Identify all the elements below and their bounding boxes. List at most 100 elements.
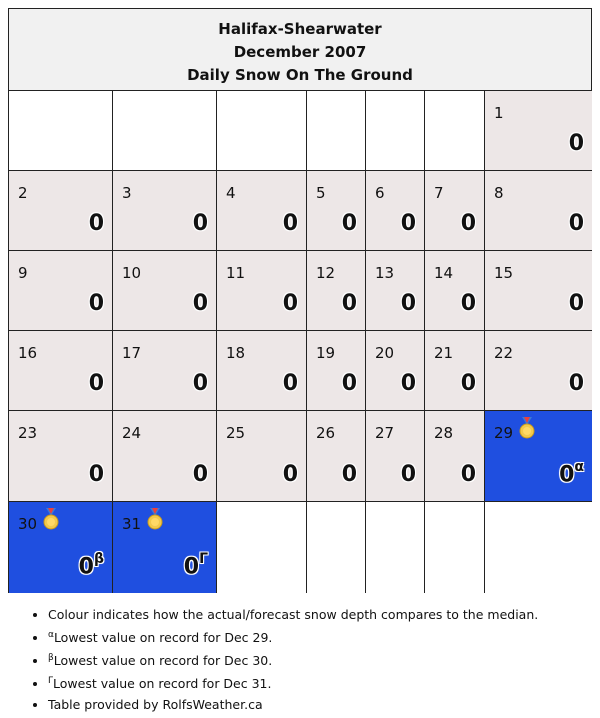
day-cell-1: 10 [485, 91, 592, 171]
day-cell-17: 17 0 [113, 331, 217, 411]
snow-depth-value: 0 [192, 462, 208, 487]
empty-day-cell [425, 91, 485, 171]
calendar-header: Halifax-Shearwater December 2007 Daily S… [9, 9, 591, 91]
empty-day-cell [307, 91, 366, 171]
day-cell-27: 27 0 [366, 411, 425, 502]
snow-depth-value: 0 [460, 211, 476, 236]
snow-depth-value: 0Γ [183, 550, 208, 579]
day-cell-22: 22 0 [485, 331, 592, 411]
empty-day-cell [425, 502, 485, 593]
snow-depth-value: 0 [341, 211, 357, 236]
day-cell-20: 20 0 [366, 331, 425, 411]
snow-depth-value: 0 [460, 371, 476, 396]
day-number: 20 [375, 344, 395, 362]
day-number: 31 [122, 515, 142, 533]
empty-day-cell [307, 502, 366, 593]
day-number: 24 [122, 424, 142, 442]
snow-depth-value: 0α [559, 458, 584, 487]
record-note-mark: Γ [199, 550, 208, 567]
day-number: 29 [494, 424, 514, 442]
empty-day-cell [217, 91, 307, 171]
snow-depth-value: 0 [88, 291, 104, 316]
day-cell-5: 50 [307, 171, 366, 251]
empty-day-cell [9, 91, 113, 171]
snow-calendar: Halifax-Shearwater December 2007 Daily S… [8, 8, 592, 593]
day-number: 2 [18, 184, 28, 202]
snow-depth-value: 0 [568, 371, 584, 396]
note-provider: Table provided by RolfsWeather.ca [48, 694, 538, 715]
snow-depth-value: 0 [192, 211, 208, 236]
day-cell-12: 12 0 [307, 251, 366, 331]
day-number: 1 [494, 104, 504, 122]
snow-depth-value: 0 [282, 291, 298, 316]
empty-day-cell [366, 91, 425, 171]
day-number: 22 [494, 344, 514, 362]
day-number: 11 [226, 264, 246, 282]
day-number: 25 [226, 424, 246, 442]
metric-title: Daily Snow On The Ground [187, 66, 413, 84]
day-number: 26 [316, 424, 336, 442]
day-cell-8: 80 [485, 171, 592, 251]
snow-depth-value: 0 [192, 371, 208, 396]
day-number: 13 [375, 264, 395, 282]
day-number: 3 [122, 184, 132, 202]
day-number: 15 [494, 264, 514, 282]
station-name: Halifax-Shearwater [218, 20, 382, 38]
snow-depth-value: 0 [460, 291, 476, 316]
snow-depth-value: 0 [282, 371, 298, 396]
day-cell-6: 60 [366, 171, 425, 251]
day-number: 18 [226, 344, 246, 362]
empty-day-cell [366, 502, 425, 593]
snow-depth-value: 0 [282, 211, 298, 236]
day-number: 6 [375, 184, 385, 202]
day-cell-3: 30 [113, 171, 217, 251]
snow-depth-value: 0 [460, 462, 476, 487]
snow-depth-value: 0 [88, 371, 104, 396]
empty-day-cell [113, 91, 217, 171]
day-cell-18: 18 0 [217, 331, 307, 411]
day-number: 12 [316, 264, 336, 282]
day-number: 9 [18, 264, 28, 282]
snow-depth-value: 0 [88, 211, 104, 236]
snow-depth-value: 0 [568, 211, 584, 236]
day-number: 4 [226, 184, 236, 202]
day-number: 10 [122, 264, 142, 282]
snow-depth-value: 0 [400, 462, 416, 487]
day-cell-29: 29 0α [485, 411, 592, 502]
day-cell-30: 30 0β [9, 502, 113, 593]
day-number: 7 [434, 184, 444, 202]
day-cell-4: 40 [217, 171, 307, 251]
snow-depth-value: 0 [341, 462, 357, 487]
legend-notes: Colour indicates how the actual/forecast… [8, 604, 538, 715]
day-cell-23: 23 0 [9, 411, 113, 502]
day-cell-28: 28 0 [425, 411, 485, 502]
day-cell-2: 20 [9, 171, 113, 251]
day-cell-9: 90 [9, 251, 113, 331]
empty-day-cell [485, 502, 592, 593]
day-cell-10: 10 0 [113, 251, 217, 331]
snow-depth-value: 0 [192, 291, 208, 316]
day-number: 14 [434, 264, 454, 282]
day-number: 16 [18, 344, 38, 362]
day-cell-11: 11 0 [217, 251, 307, 331]
snow-depth-value: 0 [400, 291, 416, 316]
day-cell-14: 14 0 [425, 251, 485, 331]
medal-icon [517, 417, 537, 444]
note-colour: Colour indicates how the actual/forecast… [48, 604, 538, 625]
note-alpha: αLowest value on record for Dec 29. [48, 625, 538, 648]
day-cell-13: 13 0 [366, 251, 425, 331]
day-number: 17 [122, 344, 142, 362]
day-cell-24: 24 0 [113, 411, 217, 502]
snow-depth-value: 0 [88, 462, 104, 487]
day-cell-16: 16 0 [9, 331, 113, 411]
record-note-mark: α [574, 458, 584, 475]
day-cell-15: 15 0 [485, 251, 592, 331]
day-number: 19 [316, 344, 336, 362]
note-gamma: ΓLowest value on record for Dec 31. [48, 671, 538, 694]
snow-depth-value: 0 [400, 371, 416, 396]
medal-icon [145, 508, 165, 535]
day-cell-21: 21 0 [425, 331, 485, 411]
day-number: 8 [494, 184, 504, 202]
snow-depth-value: 0 [341, 291, 357, 316]
note-beta: βLowest value on record for Dec 30. [48, 648, 538, 671]
